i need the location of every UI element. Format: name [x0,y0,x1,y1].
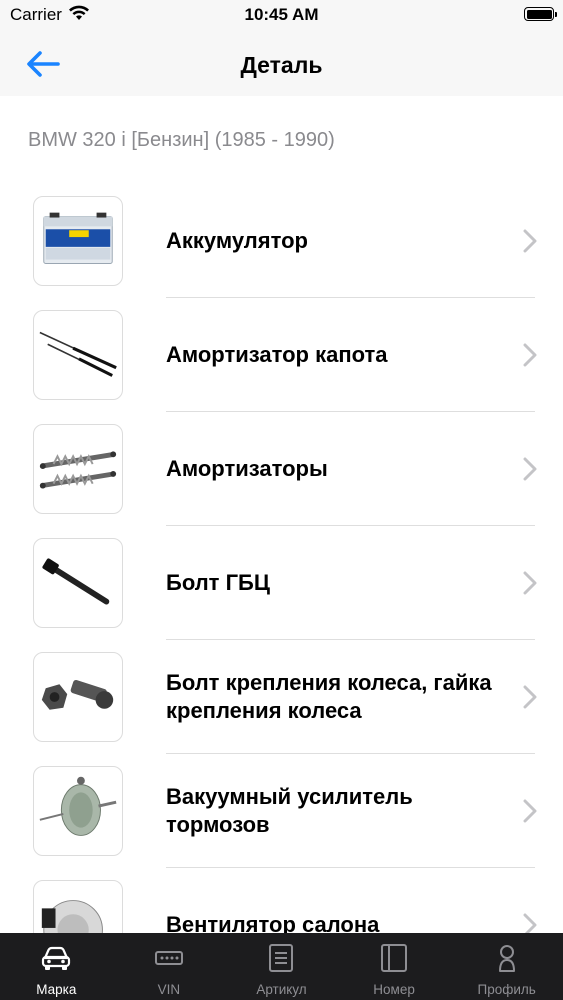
tab-bar: Марка VIN Артикул Номер Профиль [0,933,563,1000]
chevron-right-icon [523,571,537,595]
tab-label: VIN [157,982,181,997]
shock-absorbers-image [33,424,123,514]
chevron-right-icon [523,229,537,253]
panel-icon [381,944,408,972]
navigation-bar: Деталь [0,30,563,96]
clock: 10:45 AM [244,5,319,24]
list-item[interactable]: Амортизатор капота [0,298,563,412]
tab-label: Марка [36,982,77,997]
vehicle-subtitle: BMW 320 i [Бензин] (1985 - 1990) [28,129,335,151]
list-item[interactable]: Аккумулятор [0,184,563,298]
tab-article[interactable]: Артикул [225,933,338,1000]
chevron-right-icon [523,343,537,367]
brake-booster-image [33,766,123,856]
part-label: Амортизаторы [166,456,328,481]
tab-number[interactable]: Номер [338,933,451,1000]
document-icon [269,944,294,972]
chevron-right-icon [523,799,537,823]
part-label: Амортизатор капота [166,342,388,367]
tab-vin[interactable]: VIN [113,933,226,1000]
tab-label: Артикул [256,982,307,997]
vin-card-icon [154,951,183,965]
part-label: Вакуумный усилитель тормозов [166,784,413,837]
chevron-right-icon [523,457,537,481]
wheel-bolt-nut-image [33,652,123,742]
status-bar: Carrier 10:45 AM [0,0,563,30]
person-icon [498,945,515,972]
part-label: Болт ГБЦ [166,570,270,595]
part-label: Аккумулятор [166,228,308,253]
hood-struts-image [33,310,123,400]
list-item[interactable]: Болт крепления колеса, гайка крепления к… [0,640,563,754]
battery-icon [524,7,557,21]
list-item[interactable]: Болт ГБЦ [0,526,563,640]
tab-brand[interactable]: Марка [0,933,113,1000]
head-bolt-image [33,538,123,628]
tab-profile[interactable]: Профиль [450,933,563,1000]
battery-image [33,196,123,286]
list-item[interactable]: Вакуумный усилитель тормозов [0,754,563,868]
page-title: Деталь [240,52,323,78]
tab-label: Номер [373,982,415,997]
part-label: Болт крепления колеса, гайка крепления к… [166,670,492,723]
list-item[interactable]: Амортизаторы [0,412,563,526]
car-icon [42,946,71,970]
chevron-right-icon [523,685,537,709]
parts-list: Аккумулятор Амортизатор капота Амортизат… [0,184,563,982]
tab-label: Профиль [477,982,536,997]
